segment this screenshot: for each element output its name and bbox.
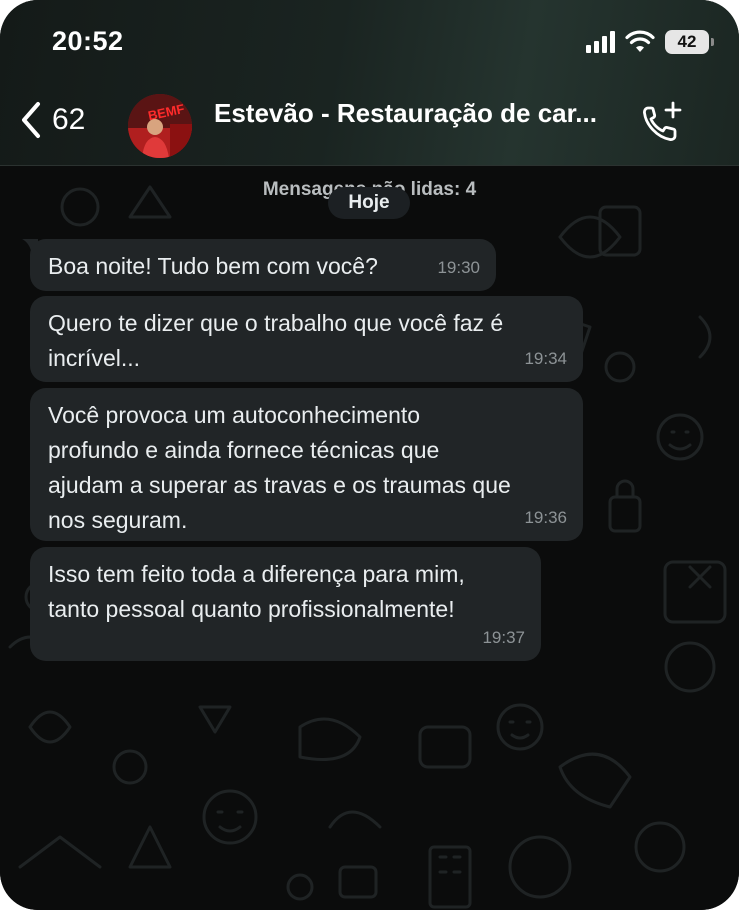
status-icons: 42	[586, 30, 714, 54]
phone-screen: 20:52 42 62 BEMF Estevão - Restauração d…	[0, 0, 739, 910]
cellular-signal-icon	[586, 31, 615, 53]
message-text: Isso tem feito toda a diferença para mim…	[48, 561, 465, 622]
avatar-image: BEMF	[128, 94, 192, 158]
phone-plus-icon	[643, 101, 682, 141]
status-time: 20:52	[52, 26, 124, 56]
message-bubble[interactable]: Você provoca um autoconhecimento profund…	[30, 388, 583, 541]
wifi-icon	[625, 30, 655, 52]
chevron-left-icon	[22, 102, 40, 138]
message-time: 19:34	[524, 349, 567, 368]
message-text: Boa noite! Tudo bem com você?	[48, 253, 378, 279]
battery-icon: 42	[665, 30, 714, 54]
message-bubble[interactable]: Boa noite! Tudo bem com você? 19:30	[22, 239, 496, 291]
message-time: 19:37	[482, 628, 525, 647]
bubble-tail	[22, 239, 38, 255]
back-button[interactable]: 62	[18, 100, 85, 140]
battery-level: 42	[677, 32, 697, 51]
date-separator: Hoje	[328, 187, 410, 219]
message-bubble[interactable]: Quero te dizer que o trabalho que você f…	[30, 296, 583, 382]
unread-chats-count: 62	[52, 103, 86, 136]
chat-header: 20:52 42 62 BEMF Estevão - Restauração d…	[0, 0, 739, 166]
message-time: 19:30	[437, 258, 480, 277]
contact-name[interactable]: Estevão - Restauração de car...	[214, 98, 604, 129]
avatar[interactable]: BEMF	[128, 94, 192, 158]
add-call-button[interactable]	[638, 100, 686, 148]
message-text: Você provoca um autoconhecimento profund…	[48, 402, 511, 533]
chat-area[interactable]: Mensagens não lidas: 4 Hoje Boa noite! T…	[0, 167, 739, 910]
message-bubble[interactable]: Isso tem feito toda a diferença para mim…	[30, 547, 541, 661]
message-time: 19:36	[524, 508, 567, 527]
message-text: Quero te dizer que o trabalho que você f…	[48, 310, 504, 371]
